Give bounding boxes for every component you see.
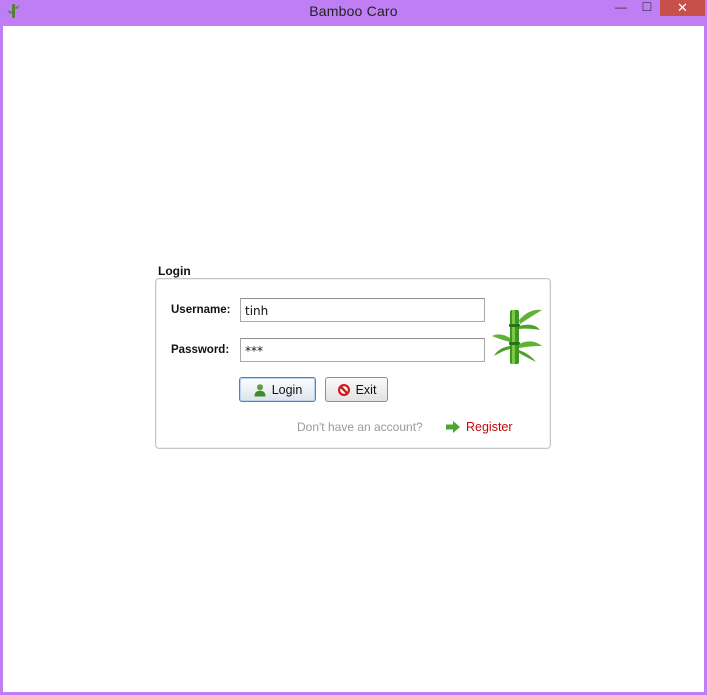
login-button[interactable]: Login [239, 377, 316, 402]
app-window: Bamboo Caro — ☐ ✕ Login Username: tinh P… [0, 0, 707, 695]
window-title: Bamboo Caro [309, 3, 398, 19]
register-link[interactable]: Register [445, 418, 513, 436]
title-bar[interactable]: Bamboo Caro — ☐ ✕ [0, 0, 707, 24]
bamboo-logo-icon [492, 309, 542, 364]
account-hint: Don't have an account? [297, 420, 423, 434]
minimize-button[interactable]: — [611, 0, 631, 16]
login-section-title: Login [158, 264, 191, 278]
no-entry-icon [337, 383, 350, 396]
register-link-label: Register [466, 420, 513, 434]
username-field[interactable]: tinh [240, 298, 485, 322]
login-button-label: Login [271, 382, 303, 397]
arrow-right-icon [446, 421, 460, 433]
password-field[interactable]: *** [240, 338, 485, 362]
password-label: Password: [171, 344, 230, 356]
maximize-button[interactable]: ☐ [637, 0, 657, 16]
user-icon [254, 383, 266, 396]
exit-button-label: Exit [355, 382, 377, 397]
username-label: Username: [171, 304, 231, 316]
exit-button[interactable]: Exit [325, 377, 388, 402]
close-button[interactable]: ✕ [660, 0, 705, 16]
